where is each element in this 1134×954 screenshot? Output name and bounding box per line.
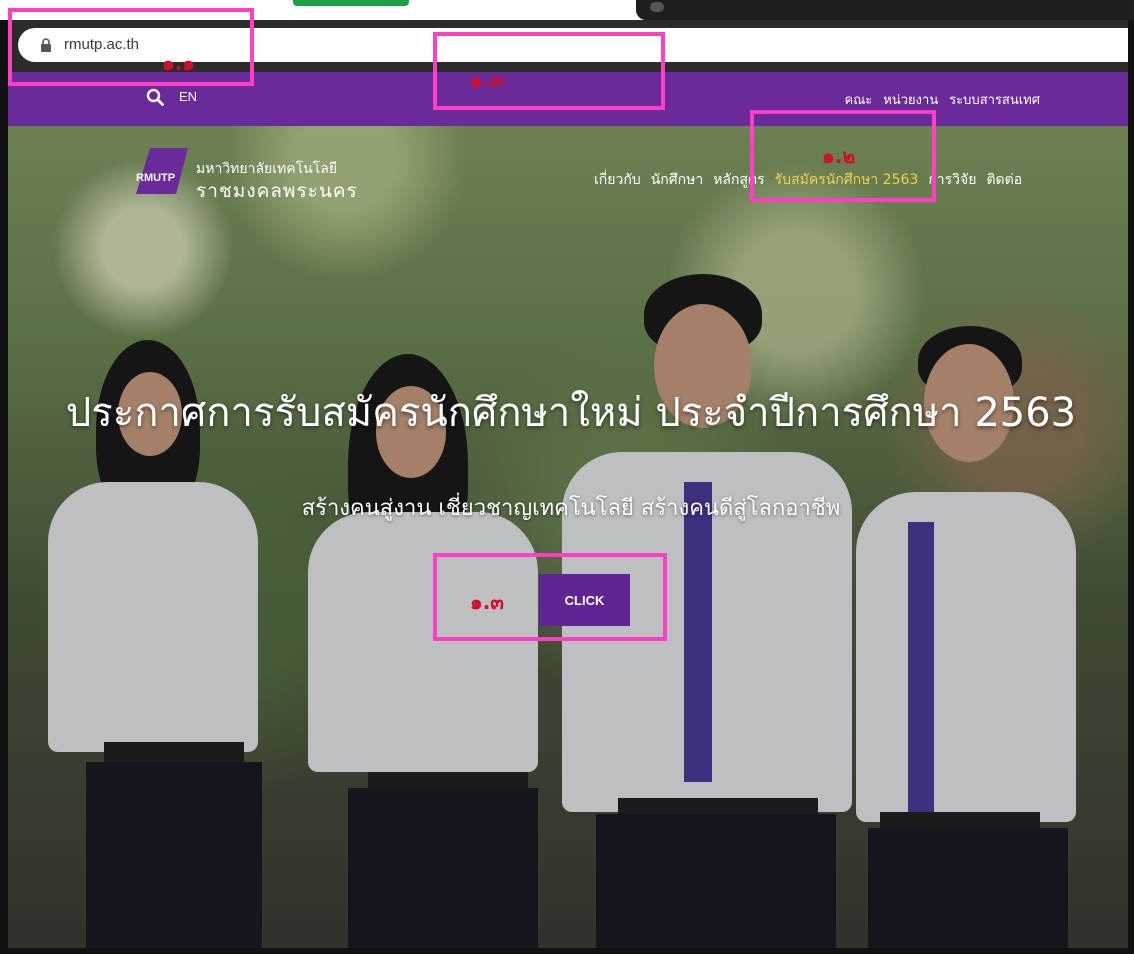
logo-university-line2[interactable]: ราชมงคลพระนคร: [196, 176, 358, 206]
annotation-label-admissions: ๑.๒: [822, 144, 856, 168]
util-link-departments[interactable]: หน่วยงาน: [883, 89, 938, 110]
nav-item-students[interactable]: นักศึกษา: [651, 169, 704, 191]
logo-badge: RMUTP: [136, 172, 176, 184]
annotation-box-topbar: [433, 32, 665, 110]
frame-border-left: [0, 20, 8, 954]
util-link-faculty[interactable]: คณะ: [845, 89, 873, 110]
util-link-info-systems[interactable]: ระบบสารสนเทศ: [949, 89, 1040, 110]
web-page: EN คณะ หน่วยงาน ระบบสารสนเทศ RMUTP มหาวิ…: [8, 72, 1134, 954]
annotation-box-url: [8, 8, 254, 86]
browser-tab[interactable]: [636, 0, 1134, 20]
hero-headline: ประกาศการรับสมัครนักศึกษาใหม่ ประจำปีการ…: [65, 390, 1077, 436]
annotation-label-url: ๑.๑: [162, 51, 195, 75]
frame-border-bottom: [0, 948, 1134, 954]
annotation-label-topbar: ๑.๓: [470, 68, 504, 92]
tab-favicon: [650, 2, 664, 12]
search-icon[interactable]: [146, 88, 164, 106]
hero-subheadline: สร้างคนสู่งาน เชี่ยวชาญเทคโนโลยี สร้างคน…: [301, 496, 841, 521]
nav-item-about[interactable]: เกี่ยวกับ: [594, 169, 641, 191]
annotation-box-button: [433, 553, 667, 641]
utility-links: คณะ หน่วยงาน ระบบสารสนเทศ: [845, 89, 1040, 110]
frame-border-right: [1128, 20, 1134, 954]
nav-item-contact[interactable]: ติดต่อ: [986, 169, 1022, 191]
logo-mark[interactable]: [136, 148, 188, 194]
active-tab-hint[interactable]: [293, 0, 409, 6]
annotation-label-button: ๑.๓: [470, 590, 504, 614]
language-switch-en[interactable]: EN: [179, 89, 197, 104]
